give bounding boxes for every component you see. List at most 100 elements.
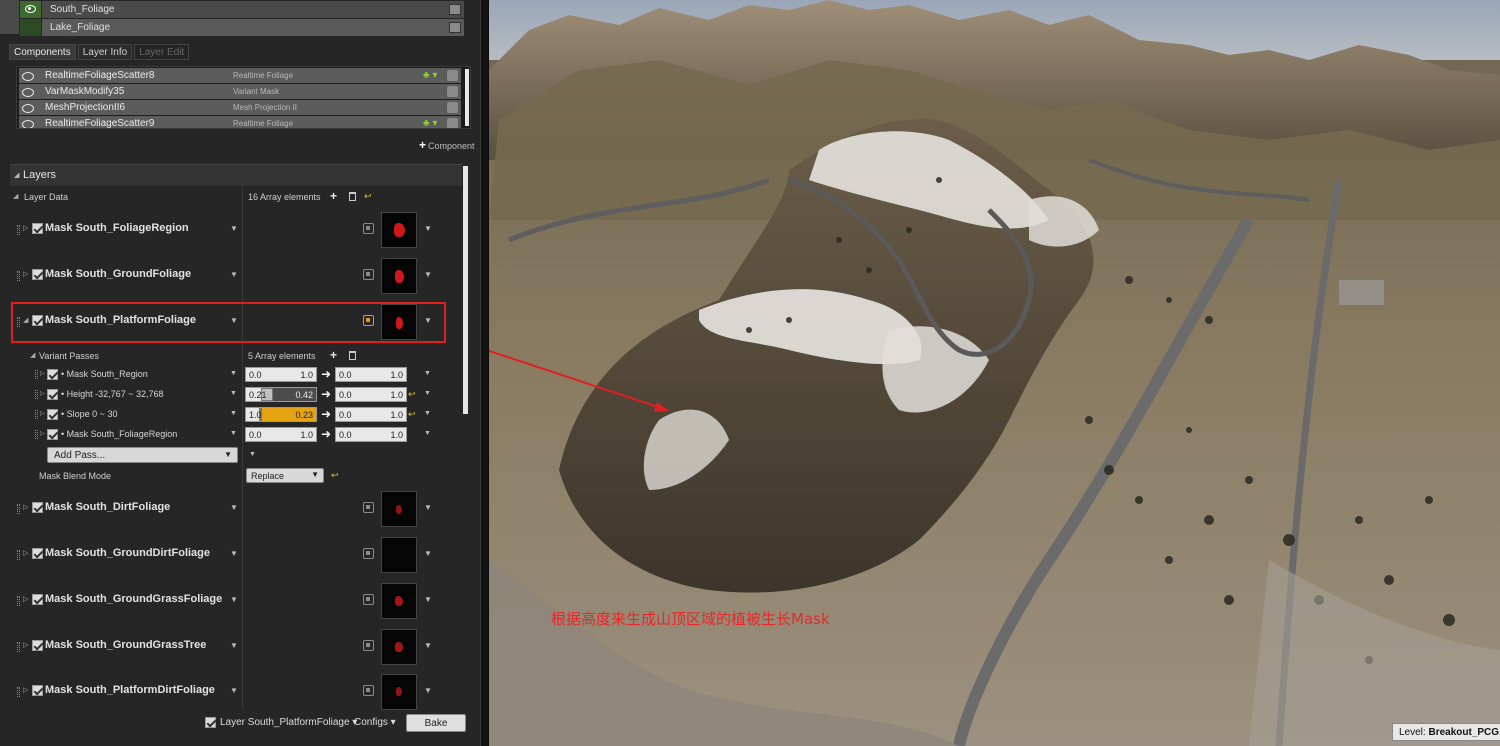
- chevron-down-icon[interactable]: ▼: [230, 410, 237, 417]
- component-lock-icon[interactable]: [447, 70, 458, 81]
- configs-menu[interactable]: Configs ▾: [354, 717, 396, 728]
- pass-row[interactable]: ▷ • Mask South_FoliageRegion ▼ 0.0 1.0 ➜ …: [10, 426, 462, 444]
- chevron-down-icon[interactable]: ▼: [230, 370, 237, 377]
- trash-icon[interactable]: [349, 351, 356, 360]
- mask-row[interactable]: ▷ Mask South_GroundGrassTree ▼ ▼: [10, 629, 462, 669]
- chevron-down-icon[interactable]: ▼: [424, 430, 431, 437]
- expand-arrow-icon[interactable]: ▷: [23, 549, 28, 557]
- layer-selector[interactable]: Layer South_PlatformFoliage ▾: [220, 717, 357, 728]
- drag-handle[interactable]: [17, 596, 20, 606]
- visibility-toggle[interactable]: [20, 1, 41, 18]
- add-pass-dropdown[interactable]: Add Pass... ▼: [47, 447, 238, 463]
- add-element-icon[interactable]: +: [330, 189, 337, 203]
- input-range-field[interactable]: 0.0 1.0: [245, 427, 317, 442]
- component-row[interactable]: RealtimeFoliageScatter9 Realtime Foliage…: [19, 116, 461, 128]
- output-range-field[interactable]: 0.0 1.0: [335, 367, 407, 382]
- pass-row[interactable]: ▷ • Slope 0 ~ 30 ▼ 1.0 0.23 ➜ 0.0 1.0 ↩ ▼: [10, 406, 462, 424]
- eye-icon[interactable]: [21, 86, 35, 97]
- tab-components[interactable]: Components: [9, 44, 76, 60]
- preview-toggle-icon[interactable]: [363, 594, 374, 605]
- chevron-down-icon[interactable]: ▼: [424, 224, 432, 233]
- chevron-down-icon[interactable]: ▼: [230, 686, 238, 695]
- preview-toggle-icon[interactable]: [363, 269, 374, 280]
- drag-handle[interactable]: [17, 687, 20, 697]
- component-row[interactable]: MeshProjectionII6 Mesh Projection II: [19, 100, 461, 115]
- preview-toggle-icon[interactable]: [363, 502, 374, 513]
- tab-layer-info[interactable]: Layer Info: [77, 44, 133, 60]
- preview-toggle-icon[interactable]: [363, 548, 374, 559]
- pass-enabled-checkbox[interactable]: [47, 389, 58, 400]
- reset-icon[interactable]: ↩: [408, 389, 416, 400]
- layers-section-header[interactable]: ◢ Layers: [10, 164, 462, 186]
- mask-enabled-checkbox[interactable]: [32, 502, 43, 513]
- bake-button[interactable]: Bake: [406, 714, 466, 732]
- pass-enabled-checkbox[interactable]: [47, 429, 58, 440]
- collapse-arrow-icon[interactable]: ◢: [30, 351, 35, 359]
- drag-handle[interactable]: [17, 271, 20, 281]
- pass-row[interactable]: ▷ • Mask South_Region ▼ 0.0 1.0 ➜ 0.0 1.0 …: [10, 366, 462, 384]
- output-range-field[interactable]: 0.0 1.0: [335, 387, 407, 402]
- chevron-down-icon[interactable]: ▼: [424, 390, 431, 397]
- eye-icon[interactable]: [21, 70, 35, 81]
- chevron-down-icon[interactable]: ▼: [424, 641, 432, 650]
- expand-arrow-icon[interactable]: ▷: [23, 224, 28, 232]
- mask-row[interactable]: ▷ Mask South_GroundGrassFoliage ▼ ▼: [10, 583, 462, 623]
- mask-thumbnail[interactable]: [381, 258, 417, 294]
- mask-thumbnail[interactable]: [381, 629, 417, 665]
- expand-arrow-icon[interactable]: ▷: [23, 686, 28, 694]
- preview-toggle-icon[interactable]: [363, 223, 374, 234]
- panel-scrollbar[interactable]: [463, 166, 468, 414]
- mask-row[interactable]: ▷ Mask South_FoliageRegion ▼ ▼: [10, 212, 462, 252]
- expand-arrow-icon[interactable]: ▷: [23, 595, 28, 603]
- panel-splitter[interactable]: [480, 0, 489, 746]
- reset-icon[interactable]: ↩: [331, 470, 339, 481]
- mask-row[interactable]: ▷ Mask South_DirtFoliage ▼ ▼: [10, 491, 462, 531]
- chevron-down-icon[interactable]: ▼: [424, 686, 432, 695]
- chevron-down-icon[interactable]: ▼: [230, 549, 238, 558]
- output-range-field[interactable]: 0.0 1.0: [335, 427, 407, 442]
- layer-enabled-checkbox[interactable]: [205, 717, 216, 728]
- mask-row[interactable]: ▷ Mask South_GroundDirtFoliage ▼ ▼: [10, 537, 462, 577]
- mask-enabled-checkbox[interactable]: [32, 594, 43, 605]
- drag-handle[interactable]: [17, 550, 20, 560]
- chevron-down-icon[interactable]: ▼: [230, 224, 238, 233]
- output-range-field[interactable]: 0.0 1.0: [335, 407, 407, 422]
- drag-handle[interactable]: [35, 430, 38, 439]
- chevron-down-icon[interactable]: ▼: [230, 390, 237, 397]
- component-lock-icon[interactable]: [447, 118, 458, 128]
- mask-enabled-checkbox[interactable]: [32, 685, 43, 696]
- component-lock-icon[interactable]: [447, 86, 458, 97]
- expand-arrow-icon[interactable]: ▷: [40, 430, 45, 437]
- drag-handle[interactable]: [17, 642, 20, 652]
- mask-thumbnail[interactable]: [381, 674, 417, 710]
- visibility-toggle[interactable]: [20, 19, 41, 36]
- chevron-down-icon[interactable]: ▼: [249, 451, 256, 458]
- expand-arrow-icon[interactable]: ▷: [23, 641, 28, 649]
- component-lock-icon[interactable]: [447, 102, 458, 113]
- add-element-icon[interactable]: +: [330, 348, 337, 362]
- eye-icon[interactable]: [21, 118, 35, 128]
- expand-arrow-icon[interactable]: ▷: [40, 410, 45, 417]
- collapse-arrow-icon[interactable]: ◢: [13, 192, 18, 200]
- component-list-scrollbar[interactable]: [465, 69, 469, 126]
- chevron-down-icon[interactable]: ▼: [230, 430, 237, 437]
- mask-enabled-checkbox[interactable]: [32, 548, 43, 559]
- drag-handle[interactable]: [35, 410, 38, 419]
- expand-arrow-icon[interactable]: ▷: [23, 270, 28, 278]
- drag-handle[interactable]: [35, 370, 38, 379]
- chevron-down-icon[interactable]: ▼: [230, 503, 238, 512]
- layer-row-south-foliage[interactable]: South_Foliage: [0, 1, 470, 18]
- eye-icon[interactable]: [21, 102, 35, 113]
- add-component-button[interactable]: + Component: [419, 138, 475, 152]
- drag-handle[interactable]: [35, 390, 38, 399]
- preview-toggle-icon[interactable]: [363, 685, 374, 696]
- level-viewport[interactable]: 根据高度来生成山顶区域的植被生长Mask Level: Breakout_PCG…: [489, 0, 1500, 746]
- mask-thumbnail[interactable]: [381, 583, 417, 619]
- chevron-down-icon[interactable]: ▼: [424, 410, 431, 417]
- reset-icon[interactable]: ↩: [408, 409, 416, 420]
- input-range-field[interactable]: 0.0 1.0: [245, 367, 317, 382]
- expand-arrow-icon[interactable]: ▷: [40, 370, 45, 377]
- input-range-slider[interactable]: 0.21 0.42: [245, 387, 317, 402]
- drag-handle[interactable]: [17, 225, 20, 235]
- layer-row-lake-foliage[interactable]: Lake_Foliage: [0, 19, 470, 36]
